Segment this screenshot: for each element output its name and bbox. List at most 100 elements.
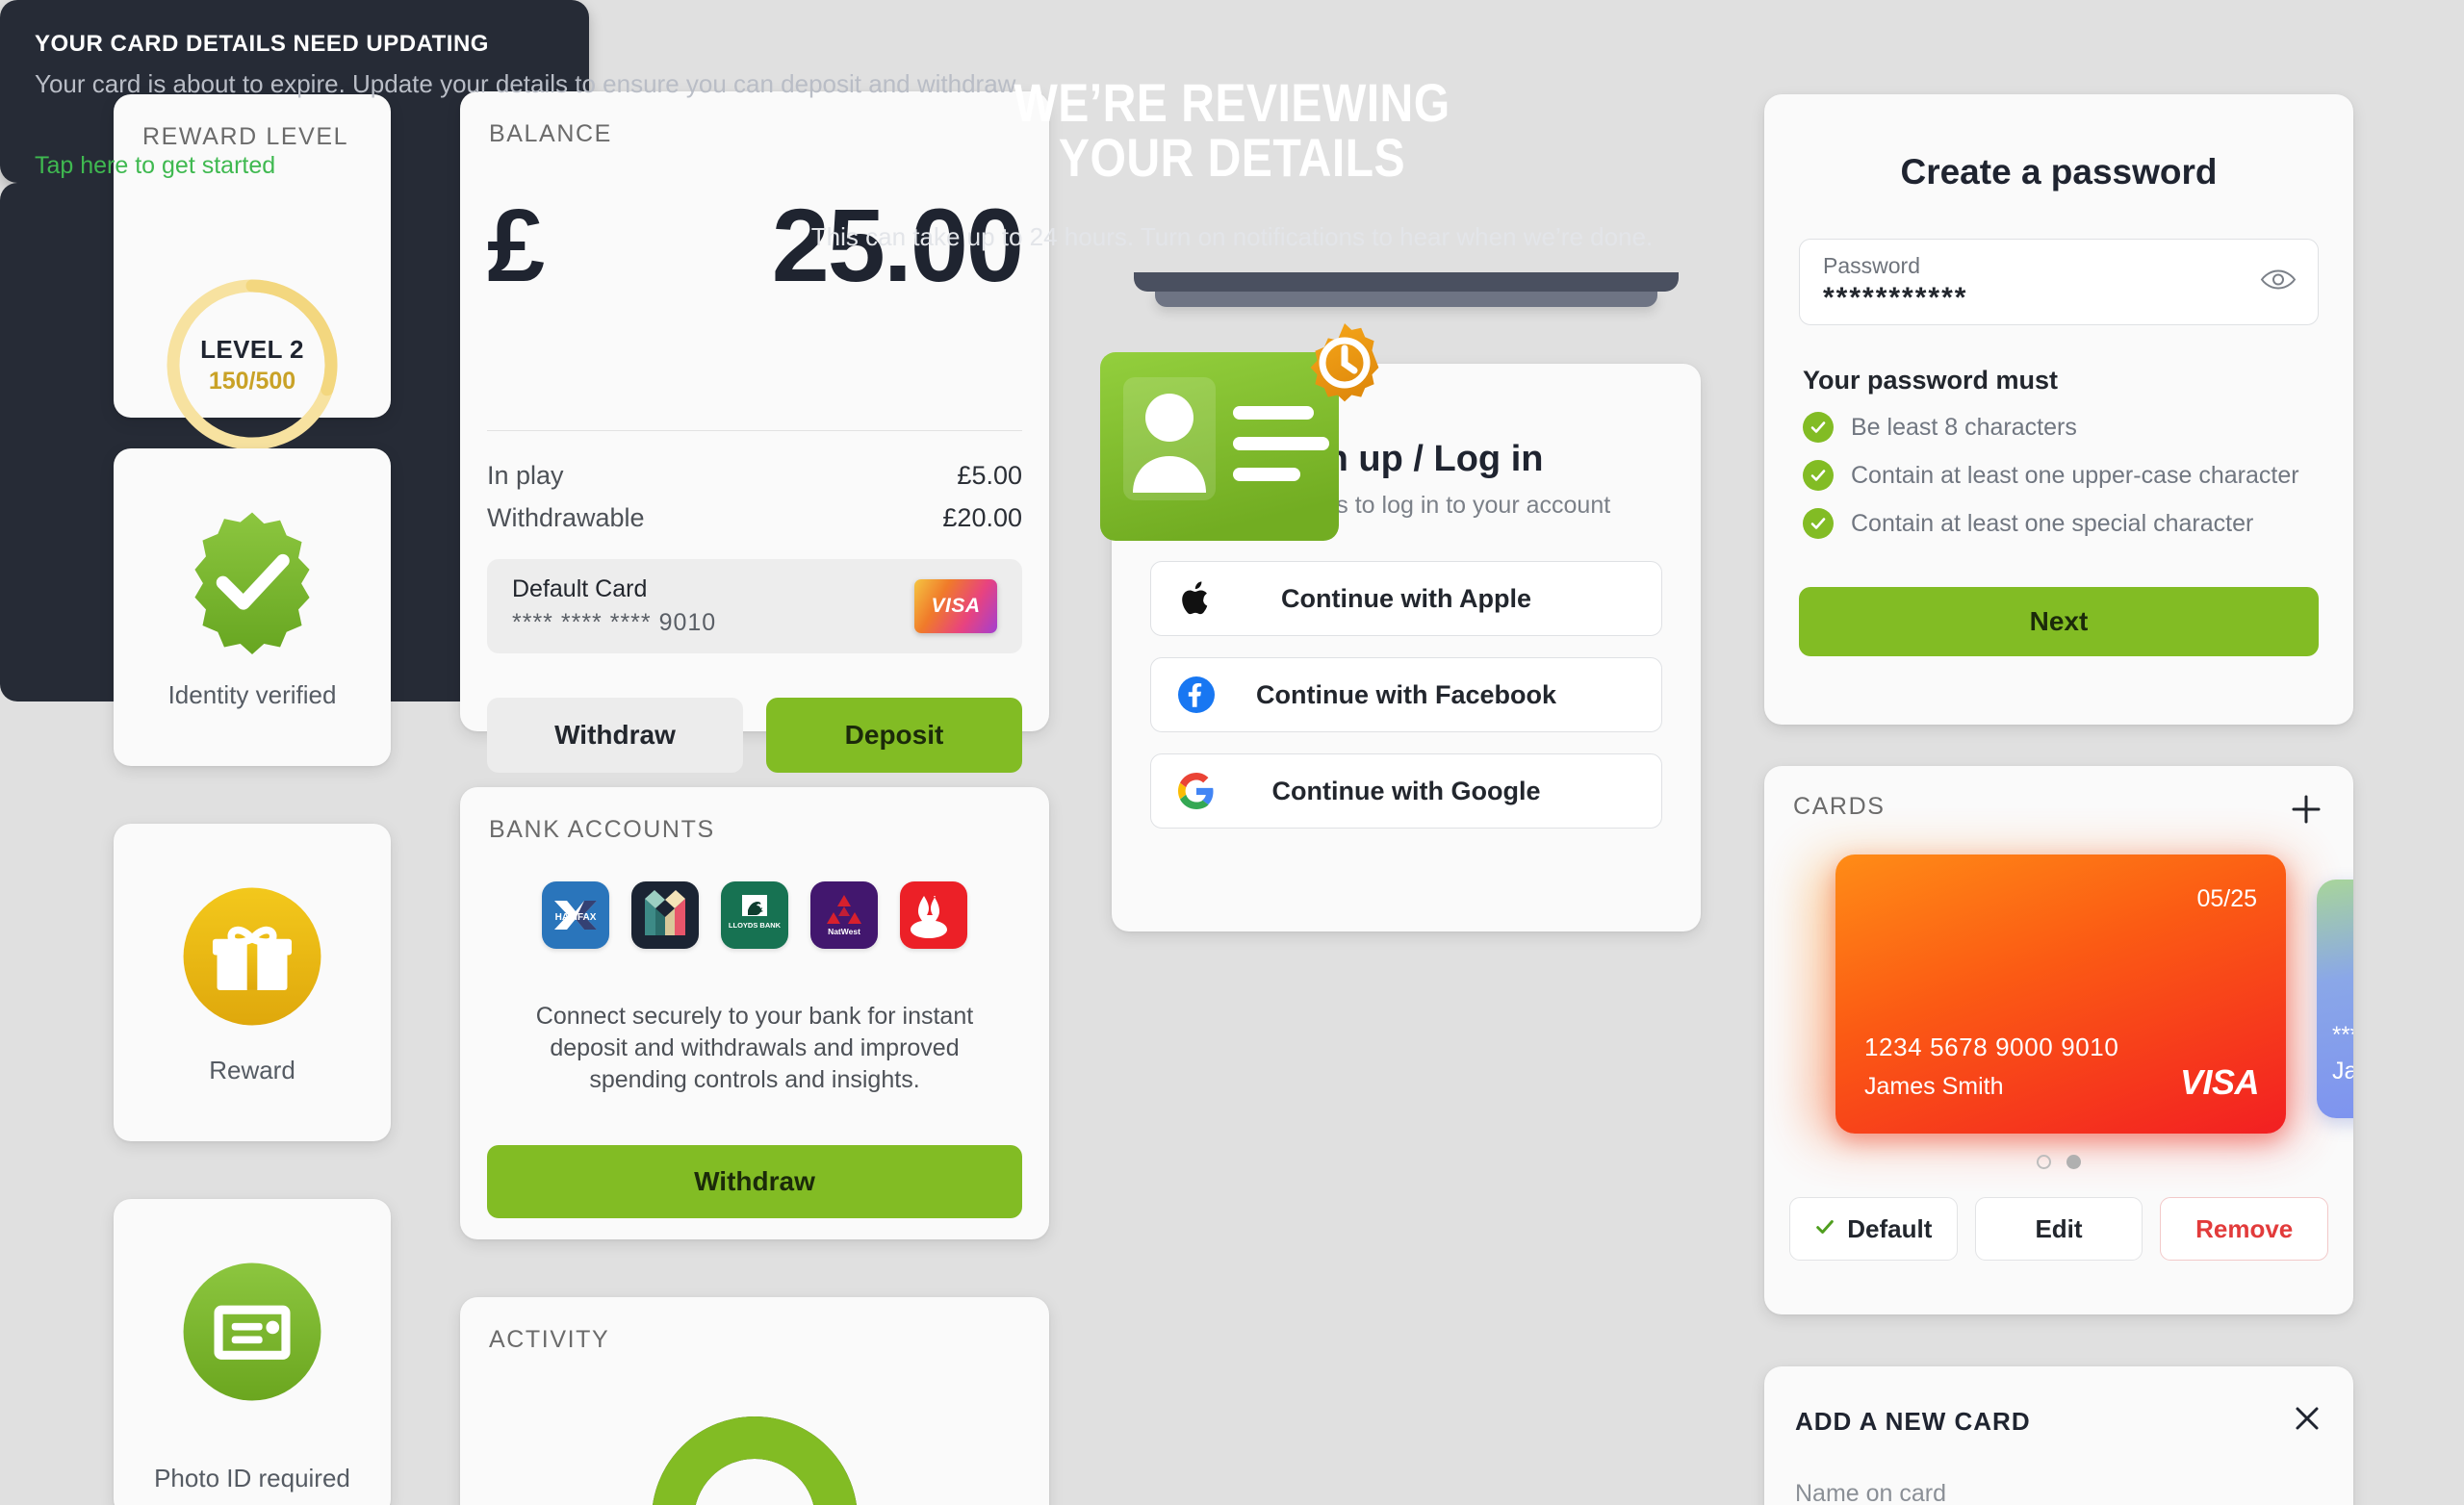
bank-accounts-card: BANK ACCOUNTS HALIFAX LLOYDS BANK NatWes…	[460, 787, 1049, 1239]
monzo-logo-icon[interactable]	[631, 881, 699, 949]
activity-card: ACTIVITY	[460, 1297, 1049, 1505]
in-play-row: In play £5.00	[487, 461, 1022, 491]
password-requirements-title: Your password must	[1803, 366, 2059, 395]
google-logo-icon	[1174, 769, 1219, 813]
verified-badge-icon	[179, 508, 325, 659]
visa-logo-icon: VISA	[2179, 1062, 2260, 1102]
reward-tile[interactable]: Reward	[114, 824, 391, 1141]
bank-accounts-description: Connect securely to your bank for instan…	[535, 1003, 974, 1093]
withdrawable-value: £20.00	[942, 503, 1022, 532]
activity-title: ACTIVITY	[489, 1326, 610, 1353]
deposit-button[interactable]: Deposit	[766, 698, 1022, 773]
continue-with-apple-button[interactable]: Continue with Apple	[1150, 561, 1662, 636]
password-requirement-label: Be least 8 characters	[1851, 413, 2077, 441]
screen: REWARD LEVEL LEVEL 2 150/500 Identity ve…	[0, 0, 2464, 1505]
card-actions: Default Edit Remove	[1789, 1197, 2329, 1261]
check-icon	[1803, 508, 1834, 539]
apple-button-label: Continue with Apple	[1281, 583, 1531, 613]
check-icon	[1803, 460, 1834, 491]
close-icon[interactable]	[2290, 1401, 2324, 1441]
remove-card-label: Remove	[2195, 1213, 2294, 1243]
reward-progress-ring: LEVEL 2 150/500	[161, 273, 344, 456]
reward-ring-text: LEVEL 2 150/500	[161, 273, 344, 456]
add-new-card-panel: ADD A NEW CARD Name on card	[1764, 1366, 2353, 1505]
reward-progress-value: 150/500	[208, 367, 296, 395]
default-card-info: Default Card **** **** **** 9010	[512, 575, 716, 637]
edit-card-button[interactable]: Edit	[1974, 1197, 2143, 1261]
default-card-row[interactable]: Default Card **** **** **** 9010 VISA	[487, 559, 1022, 653]
bank-accounts-title: BANK ACCOUNTS	[489, 816, 715, 843]
review-heading-line2: YOUR DETAILS	[1058, 127, 1406, 189]
santander-logo-icon[interactable]	[900, 881, 967, 949]
add-card-title: ADD A NEW CARD	[1795, 1407, 2031, 1436]
password-requirement-label: Contain at least one upper-case characte…	[1851, 461, 2299, 489]
card-carousel-pagination	[1764, 1155, 2353, 1169]
gift-icon	[179, 883, 325, 1034]
password-field[interactable]: Password ***********	[1799, 239, 2319, 325]
photo-id-label: Photo ID required	[154, 1464, 350, 1492]
password-requirement-item: Contain at least one upper-case characte…	[1803, 460, 2319, 491]
facebook-logo-icon	[1174, 673, 1219, 717]
password-requirements-list: Be least 8 characters Contain at least o…	[1803, 412, 2319, 556]
password-requirement-label: Contain at least one special character	[1851, 509, 2254, 537]
name-on-card-label: Name on card	[1795, 1480, 1947, 1505]
password-requirement-item: Contain at least one special character	[1803, 508, 2319, 539]
secondary-card-holder: Ja	[2332, 1058, 2353, 1084]
facebook-button-label: Continue with Facebook	[1255, 679, 1556, 709]
svg-text:LLOYDS BANK: LLOYDS BANK	[729, 921, 782, 930]
balance-actions: Withdraw Deposit	[487, 698, 1022, 773]
pagination-dot-active[interactable]	[2066, 1155, 2081, 1169]
continue-with-google-button[interactable]: Continue with Google	[1150, 753, 1662, 829]
create-password-card: Create a password Password *********** Y…	[1764, 94, 2353, 725]
svg-text:HALIFAX: HALIFAX	[555, 912, 597, 923]
password-heading: Create a password	[1900, 152, 2218, 191]
reward-level-value: LEVEL 2	[200, 334, 304, 364]
divider	[487, 430, 1022, 431]
plus-icon[interactable]	[2286, 789, 2326, 829]
in-play-value: £5.00	[957, 461, 1022, 490]
password-field-value: ***********	[1823, 282, 1968, 314]
credit-card-secondary[interactable]: **** Ja	[2317, 880, 2353, 1118]
edit-card-label: Edit	[2035, 1213, 2083, 1243]
apple-logo-icon	[1174, 576, 1219, 621]
pagination-dot[interactable]	[2037, 1155, 2051, 1169]
halifax-logo-icon[interactable]: HALIFAX	[542, 881, 609, 949]
photo-id-tile[interactable]: Photo ID required	[114, 1199, 391, 1505]
default-card-number: **** **** **** 9010	[512, 609, 717, 636]
next-button[interactable]: Next	[1799, 587, 2319, 656]
visa-text: VISA	[931, 595, 981, 617]
id-card-icon	[179, 1259, 325, 1410]
review-body: This can take up to 24 hours. Turn on no…	[810, 222, 1654, 251]
lloyds-logo-icon[interactable]: LLOYDS BANK	[721, 881, 788, 949]
identity-verified-tile[interactable]: Identity verified	[114, 448, 391, 766]
set-default-label: Default	[1847, 1213, 1933, 1243]
signup-provider-list: Continue with Apple Continue with Facebo…	[1150, 561, 1662, 850]
card-number: 1234 5678 9000 9010	[1864, 1033, 2119, 1061]
reward-tile-label: Reward	[209, 1056, 295, 1084]
notice-stack-back	[1155, 292, 1657, 307]
notice-stack-mid	[1134, 272, 1679, 292]
svg-text:NatWest: NatWest	[828, 927, 860, 936]
bank-logo-list: HALIFAX LLOYDS BANK NatWest	[460, 881, 1049, 949]
natwest-logo-icon[interactable]: NatWest	[810, 881, 878, 949]
password-requirement-item: Be least 8 characters	[1803, 412, 2319, 443]
continue-with-facebook-button[interactable]: Continue with Facebook	[1150, 657, 1662, 732]
remove-card-button[interactable]: Remove	[2160, 1197, 2329, 1261]
balance-card: BALANCE £ 25.00 In play £5.00 Withdrawab…	[460, 91, 1049, 773]
password-field-label: Password	[1823, 253, 1920, 278]
credit-card-primary[interactable]: 05/25 1234 5678 9000 9010 James Smith VI…	[1835, 855, 2286, 1134]
check-icon	[1803, 412, 1834, 443]
eye-icon[interactable]	[2260, 268, 2297, 297]
review-heading: WE’RE REVIEWING YOUR DETAILS	[172, 75, 2292, 189]
withdraw-button[interactable]: Withdraw	[487, 698, 743, 773]
bank-withdraw-button[interactable]: Withdraw	[487, 1145, 1022, 1218]
default-card-title: Default Card	[512, 575, 648, 602]
card-holder-name: James Smith	[1864, 1073, 2004, 1100]
set-default-button[interactable]: Default	[1789, 1197, 1958, 1261]
activity-donut-chart	[644, 1409, 865, 1505]
identity-verified-label: Identity verified	[167, 680, 337, 709]
cards-title: CARDS	[1793, 793, 1886, 820]
cards-card: CARDS **** Ja 05/25 1234 5678 9000 9010 …	[1764, 766, 2353, 1314]
google-button-label: Continue with Google	[1271, 776, 1541, 805]
card-expiry: 05/25	[2196, 885, 2257, 912]
